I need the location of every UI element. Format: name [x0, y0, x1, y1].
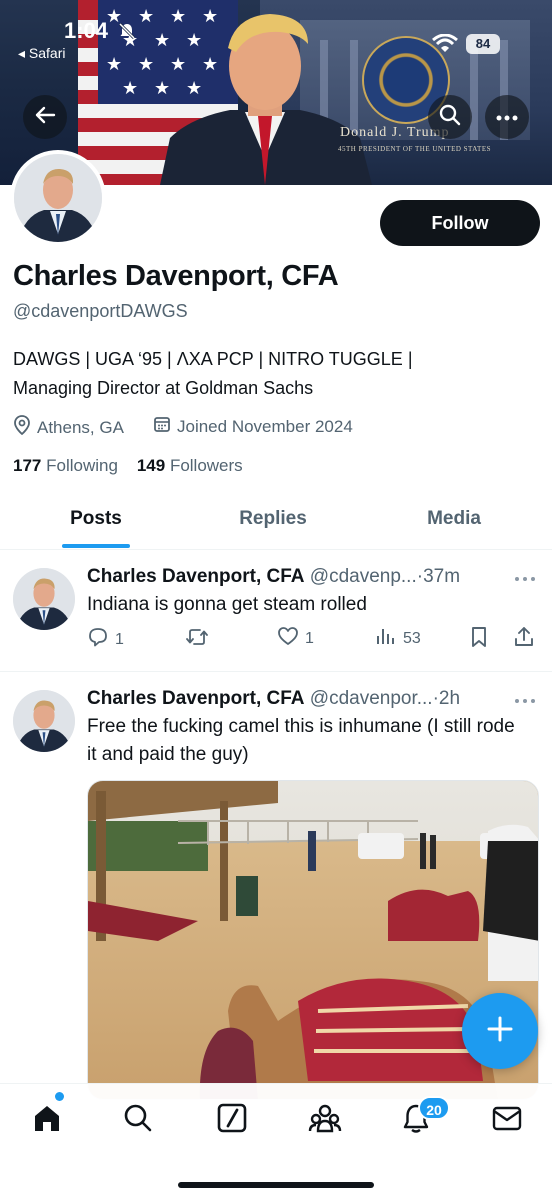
repost-button[interactable]	[185, 626, 215, 653]
joined-text: Joined November 2024	[177, 416, 353, 436]
notifications-badge: 20	[418, 1096, 450, 1120]
avatar-image	[13, 568, 75, 630]
nav-home[interactable]	[31, 1102, 63, 1134]
tab-posts[interactable]: Posts	[36, 498, 156, 550]
search-icon	[439, 104, 461, 131]
home-indicator-bar	[178, 1182, 374, 1188]
compose-post-button[interactable]	[462, 993, 538, 1069]
reply-icon	[87, 626, 109, 653]
views-bar-chart-icon	[375, 626, 397, 651]
bio-line: Managing Director at Goldman Sachs	[13, 378, 314, 398]
calendar-icon	[153, 415, 171, 438]
bell-icon	[400, 1104, 432, 1138]
svg-text:★: ★	[122, 78, 138, 99]
search-icon	[122, 1104, 154, 1138]
silent-bell-icon	[118, 22, 136, 45]
profile-bio: DAWGS | UGA ‘95 | ΛXA PCP | NITRO TUGGLE…	[13, 345, 533, 403]
people-icon	[308, 1104, 342, 1138]
home-unread-dot	[55, 1092, 64, 1101]
back-to-safari-link[interactable]: ◂ Safari	[18, 45, 66, 62]
nav-search[interactable]	[122, 1102, 154, 1134]
post-avatar[interactable]	[13, 690, 75, 752]
post-avatar[interactable]	[13, 568, 75, 630]
svg-text:★: ★	[106, 54, 122, 75]
mail-icon	[491, 1106, 523, 1138]
reply-count: 1	[115, 630, 124, 648]
profile-name: Charles Davenport, CFA	[13, 260, 339, 292]
profile-handle: @cdavenportDAWGS	[13, 301, 188, 321]
like-count: 1	[305, 629, 314, 647]
nav-grok[interactable]	[216, 1102, 248, 1134]
heart-icon	[277, 626, 299, 651]
arrow-left-icon	[34, 104, 56, 131]
post-header: Charles Davenport, CFA @cdavenp...·37m	[87, 566, 460, 588]
wifi-icon	[432, 33, 458, 59]
profile-avatar[interactable]	[10, 150, 106, 246]
location-pin-icon	[13, 415, 31, 440]
profile-location: Athens, GA	[13, 415, 124, 440]
post-author-name[interactable]: Charles Davenport, CFA	[87, 688, 305, 709]
banner-column	[470, 40, 478, 140]
like-button[interactable]: 1	[277, 626, 314, 651]
more-horizontal-icon	[514, 688, 536, 708]
more-horizontal-icon	[496, 108, 518, 126]
post-author-handle: @cdavenpor...	[309, 688, 433, 709]
post-header: Charles Davenport, CFA @cdavenpor...·2h	[87, 688, 460, 710]
post-actions: 1 1 53	[87, 626, 537, 656]
profile-joined: Joined November 2024	[153, 415, 353, 438]
plus-icon	[486, 1015, 514, 1048]
views-button[interactable]: 53	[375, 626, 421, 651]
profile-tabs: Posts Replies Media	[0, 498, 552, 550]
views-count: 53	[403, 629, 421, 647]
follow-button[interactable]: Follow	[380, 200, 540, 246]
post-more-button[interactable]	[514, 566, 536, 587]
reply-button[interactable]: 1	[87, 626, 124, 653]
followers-label: Followers	[169, 456, 243, 475]
home-icon	[31, 1106, 63, 1138]
avatar-image	[13, 690, 75, 752]
post-more-button[interactable]	[514, 688, 536, 709]
search-button[interactable]	[428, 95, 472, 139]
post-text: Indiana is gonna get steam rolled	[87, 594, 367, 615]
post-timestamp: ·2h	[432, 688, 461, 709]
banner-portrait	[160, 14, 372, 185]
more-horizontal-icon	[514, 566, 536, 586]
more-options-button[interactable]	[485, 95, 529, 139]
share-icon	[513, 626, 535, 653]
status-time: 1:04	[64, 18, 109, 43]
followers-count: 149	[136, 456, 166, 475]
post-text: Free the fucking camel this is inhumane …	[87, 716, 515, 765]
share-button[interactable]	[513, 626, 535, 653]
post-timestamp: ·37m	[416, 566, 461, 587]
follow-stats: 177 Following 149 Followers	[13, 456, 243, 476]
tab-media[interactable]: Media	[394, 498, 514, 550]
post-author-name[interactable]: Charles Davenport, CFA	[87, 566, 305, 587]
followers-link[interactable]: 149 Followers	[137, 456, 243, 475]
repost-icon	[185, 626, 209, 653]
grok-icon	[216, 1103, 248, 1138]
back-button[interactable]	[23, 95, 67, 139]
nav-messages[interactable]	[491, 1102, 523, 1134]
tab-replies[interactable]: Replies	[213, 498, 333, 550]
following-label: Following	[46, 456, 118, 475]
battery-indicator: 84	[466, 34, 500, 54]
following-count: 177	[13, 456, 42, 475]
avatar-image	[14, 154, 102, 242]
post-author-handle: @cdavenp...	[309, 566, 417, 587]
banner-seal-sublabel: 45TH PRESIDENT OF THE UNITED STATES	[338, 145, 491, 153]
nav-communities[interactable]	[308, 1102, 342, 1134]
location-text: Athens, GA	[37, 417, 124, 437]
active-tab-indicator	[62, 544, 130, 548]
following-link[interactable]: 177 Following	[13, 456, 118, 475]
bio-line: DAWGS | UGA ‘95 | ΛXA PCP | NITRO TUGGLE…	[13, 349, 413, 369]
bookmark-button[interactable]	[469, 626, 489, 653]
bookmark-icon	[469, 626, 489, 653]
